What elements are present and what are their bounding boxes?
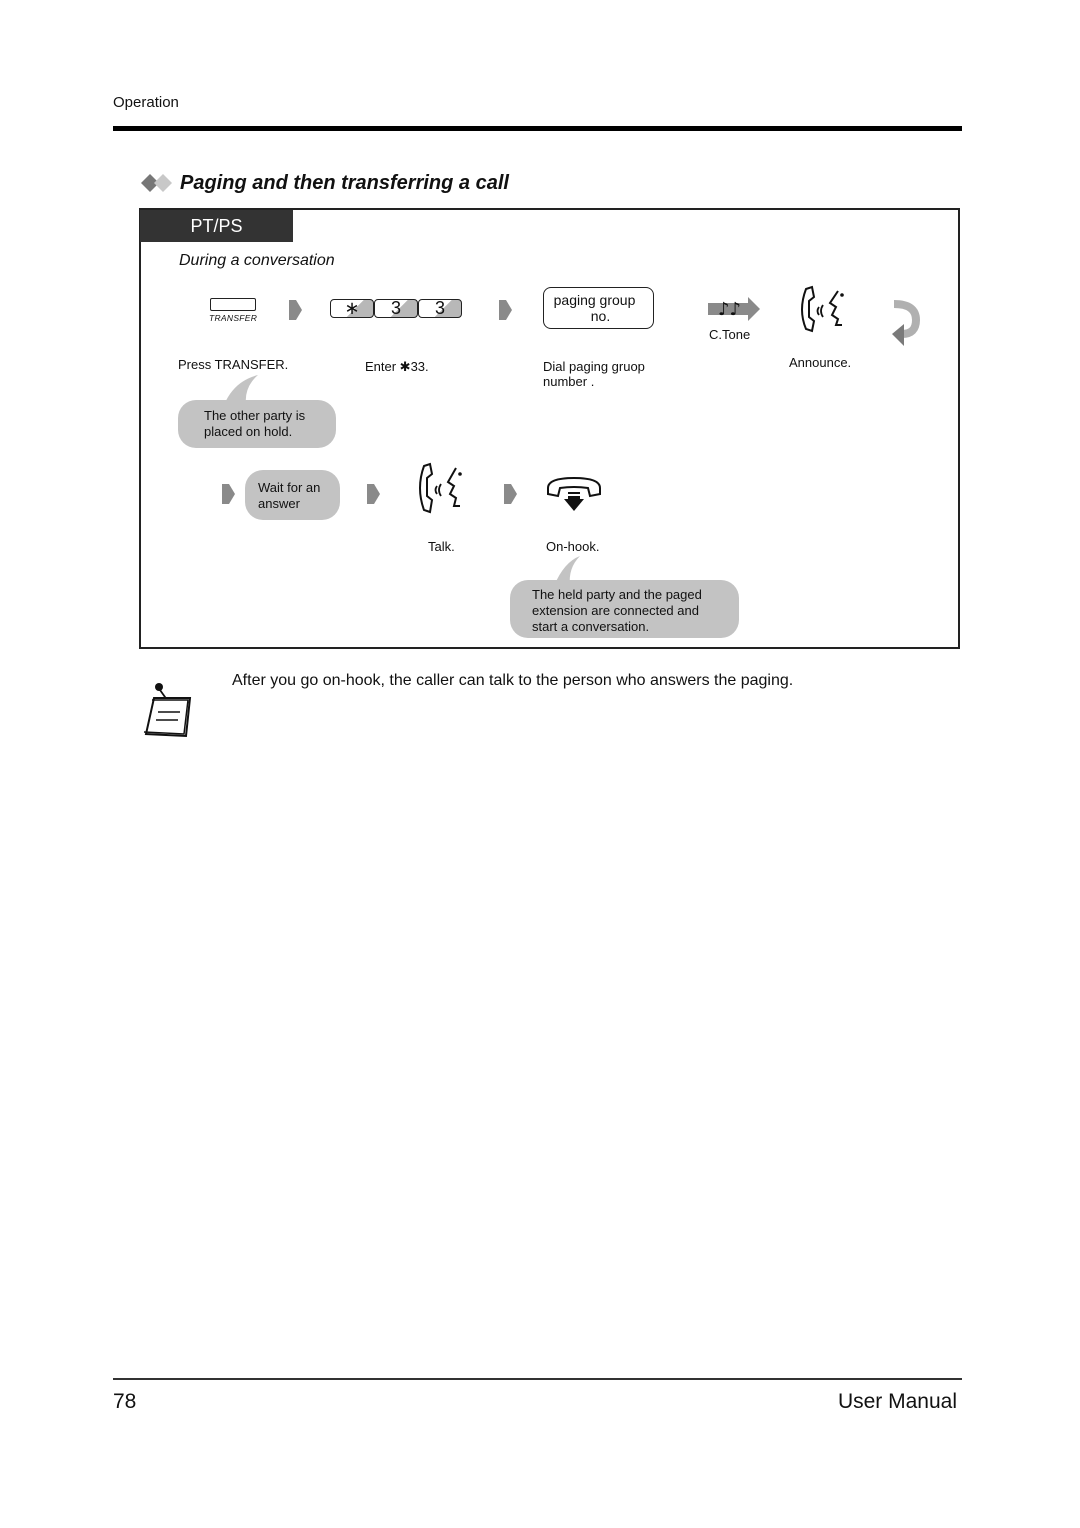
paging-group-box: paging group no. [543, 287, 654, 329]
talk-handset-icon [801, 285, 844, 333]
wait-answer-bubble: Wait for an answer [245, 470, 340, 520]
arrow-right-icon [499, 300, 512, 320]
step-on-hook-label: On-hook. [546, 539, 600, 554]
c-tone-caption: C.Tone [709, 327, 751, 342]
arrow-right-icon [504, 484, 517, 504]
transfer-button-icon [210, 298, 256, 311]
arrow-right-icon [367, 484, 380, 504]
key-3: 3 [418, 298, 462, 318]
step-talk-label: Talk. [428, 539, 455, 554]
step-dial-paging-label: Dial paging gruop number . [543, 359, 645, 389]
key-star: ∗ [330, 298, 374, 318]
continue-arrow-icon [892, 300, 920, 346]
footer-rule [113, 1378, 962, 1380]
hold-info-bubble: The other party is placed on hold. [178, 400, 336, 448]
arrow-right-icon [222, 484, 235, 504]
key-3: 3 [374, 298, 418, 318]
section-title: Paging and then transferring a call [180, 171, 509, 194]
talk-handset-icon [419, 462, 462, 514]
section-title-row: Paging and then transferring a call [140, 168, 509, 198]
step-press-transfer-label: Press TRANSFER. [178, 357, 289, 372]
note-text: After you go on-hook, the caller can tal… [232, 672, 794, 689]
notepad-icon [143, 683, 192, 738]
manual-title: User Manual [837, 1390, 957, 1413]
svg-text:♪♪: ♪♪ [718, 299, 741, 320]
page-number: 78 [113, 1390, 137, 1413]
condition-label: During a conversation [179, 252, 335, 269]
step-enter-code-label: Enter ✱33. [365, 359, 429, 374]
confirmation-tone-icon: ♪♪ [708, 297, 760, 321]
header-rule [113, 126, 962, 131]
transfer-caption: TRANSFER [209, 313, 258, 323]
on-hook-icon [547, 476, 601, 511]
result-info-bubble: The held party and the paged extension a… [510, 580, 739, 638]
step-announce-label: Announce. [789, 355, 852, 370]
section-header: Operation [113, 94, 179, 111]
double-diamond-icon [141, 174, 172, 192]
device-tab: PT/PS [140, 210, 293, 242]
arrow-right-icon [289, 300, 302, 320]
